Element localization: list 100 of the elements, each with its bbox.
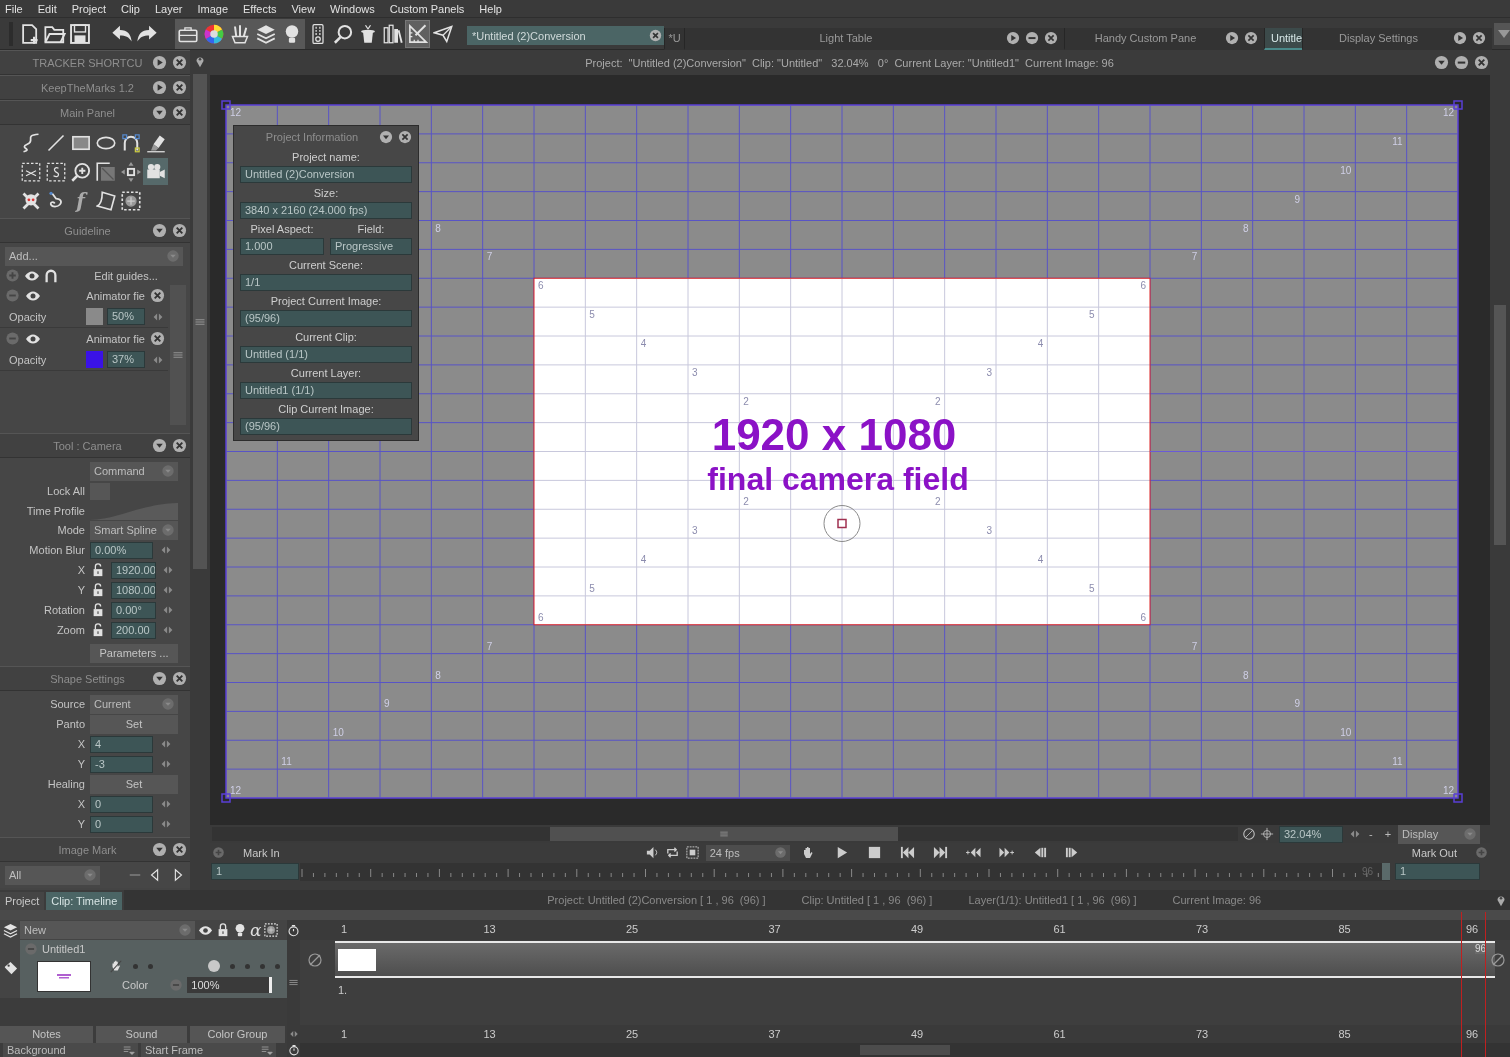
number-field[interactable]: 200.00 — [111, 621, 156, 639]
color-swatch[interactable] — [86, 308, 103, 325]
close-icon[interactable] — [172, 671, 187, 686]
button[interactable]: Set — [90, 774, 178, 794]
panel-tab[interactable]: *U — [664, 28, 684, 50]
minimize-icon[interactable] — [1025, 31, 1039, 45]
panel-tab[interactable]: Handy Custom Pane — [1064, 28, 1264, 50]
next-key-icon[interactable] — [1064, 845, 1080, 860]
zoom-field[interactable]: 32.04% — [1279, 825, 1343, 843]
timer-icon[interactable] — [287, 1044, 300, 1056]
last-frame-icon[interactable] — [932, 845, 948, 860]
camera-center-target[interactable] — [823, 505, 861, 542]
menu-item[interactable]: Layer — [149, 3, 193, 15]
hand-off-icon[interactable] — [109, 959, 123, 973]
menu-item[interactable]: View — [286, 3, 326, 15]
dropdown[interactable]: Command — [90, 461, 178, 481]
number-field[interactable]: 0.00% — [90, 541, 153, 559]
menu-item[interactable]: Custom Panels — [384, 3, 475, 15]
tool-button[interactable]: f — [68, 187, 93, 214]
toolbar-button[interactable] — [405, 20, 430, 48]
play-icon[interactable] — [1006, 31, 1020, 45]
frame-icon[interactable] — [684, 845, 700, 860]
empty-set-icon[interactable] — [1490, 952, 1506, 968]
close-icon[interactable] — [150, 331, 165, 346]
scrollbar[interactable] — [170, 285, 186, 425]
panel-tab[interactable]: Display Settings — [1302, 28, 1492, 50]
masked-selection-icon[interactable] — [264, 923, 279, 937]
layer-row[interactable]: Untitled1 Color 100% — [20, 940, 287, 998]
mark-in-button[interactable]: Mark In — [243, 846, 280, 859]
collapse-icon[interactable] — [152, 438, 167, 453]
number-field[interactable]: 0.00° — [111, 601, 156, 619]
close-icon[interactable] — [172, 105, 187, 120]
menu-item[interactable]: File — [0, 3, 33, 15]
collapse-icon[interactable] — [1434, 55, 1449, 70]
timeline-tab[interactable]: Project — [0, 892, 45, 910]
close-icon[interactable] — [172, 55, 187, 70]
menu-item[interactable]: Help — [474, 3, 512, 15]
document-tab[interactable]: *Untitled (2)Conversion — [467, 26, 664, 45]
collapse-icon[interactable] — [152, 671, 167, 686]
toggle-dot[interactable] — [230, 963, 235, 969]
ruler-handle[interactable] — [1382, 863, 1390, 880]
opacity-field[interactable]: 50% — [107, 308, 145, 325]
button[interactable]: Sound — [96, 1025, 187, 1043]
collapse-icon[interactable] — [152, 223, 167, 238]
opacity-slider[interactable]: 100% — [187, 977, 273, 993]
scrollbar-thumb[interactable] — [550, 827, 898, 841]
button[interactable]: Set — [90, 714, 178, 734]
toggle-dot[interactable] — [208, 960, 220, 972]
mark-out-button[interactable]: Mark Out — [1411, 846, 1457, 859]
zoom-in-button[interactable]: + — [1384, 828, 1392, 840]
panel-menu-button[interactable] — [1494, 23, 1510, 45]
mark-out-field[interactable]: 1 — [1395, 863, 1480, 880]
number-field[interactable]: 1920.00 — [111, 561, 156, 579]
button[interactable]: Color Group — [190, 1025, 285, 1043]
menu-item[interactable]: Image — [192, 3, 238, 15]
toggle-dot[interactable] — [148, 963, 153, 969]
corner-handle[interactable] — [221, 793, 231, 803]
toggle-dot[interactable] — [245, 963, 250, 969]
edit-guides-button[interactable]: Edit guides... — [62, 269, 190, 282]
layer-track[interactable]: 96 — [335, 941, 1495, 978]
scrollbar-thumb[interactable] — [1494, 305, 1506, 545]
play-icon[interactable] — [152, 55, 167, 70]
close-icon[interactable] — [172, 438, 187, 453]
play-icon[interactable] — [1225, 31, 1239, 45]
minimize-icon[interactable] — [1454, 55, 1469, 70]
close-icon[interactable] — [172, 842, 187, 857]
number-field[interactable]: 0 — [90, 815, 153, 833]
dropdown[interactable]: Smart Spline — [90, 520, 178, 540]
tag-icon[interactable] — [3, 961, 18, 976]
dropdown[interactable]: Add... — [5, 246, 183, 266]
first-frame-icon[interactable] — [899, 845, 915, 860]
toggle-dot[interactable] — [260, 963, 265, 969]
loop-icon[interactable] — [664, 845, 680, 860]
collapse-icon[interactable] — [152, 105, 167, 120]
rewind-icon[interactable] — [965, 845, 981, 860]
dropdown[interactable]: All — [5, 865, 100, 885]
unlocked-icon[interactable] — [91, 563, 105, 577]
color-swatch[interactable] — [86, 351, 103, 368]
menu-item[interactable]: Clip — [115, 3, 150, 15]
fps-dropdown[interactable]: 24 fps — [705, 844, 790, 861]
close-icon[interactable] — [649, 29, 662, 42]
play-icon[interactable] — [152, 80, 167, 95]
menu-item[interactable]: Windows — [325, 3, 385, 15]
layers-icon[interactable] — [3, 922, 18, 938]
number-field[interactable]: 4 — [90, 735, 153, 753]
grip-icon[interactable] — [172, 349, 184, 361]
crosshair-icon[interactable] — [1260, 827, 1274, 841]
dropdown[interactable]: Current — [90, 694, 178, 714]
button[interactable]: Notes — [0, 1025, 93, 1043]
menu-item[interactable]: Effects — [238, 3, 287, 15]
toggle-dot[interactable] — [133, 963, 138, 969]
reset-view-icon[interactable] — [1242, 827, 1256, 841]
collapse-icon[interactable] — [152, 842, 167, 857]
timeline-tab[interactable]: Clip: Timeline — [46, 892, 123, 910]
close-icon[interactable] — [1044, 31, 1058, 45]
button[interactable]: Parameters ... — [90, 643, 178, 663]
panel-tab[interactable]: Light Table — [684, 28, 1064, 50]
scrollbar[interactable] — [212, 827, 1238, 841]
zoom-out-button[interactable]: - — [1369, 828, 1373, 840]
speaker-icon[interactable] — [644, 845, 660, 860]
